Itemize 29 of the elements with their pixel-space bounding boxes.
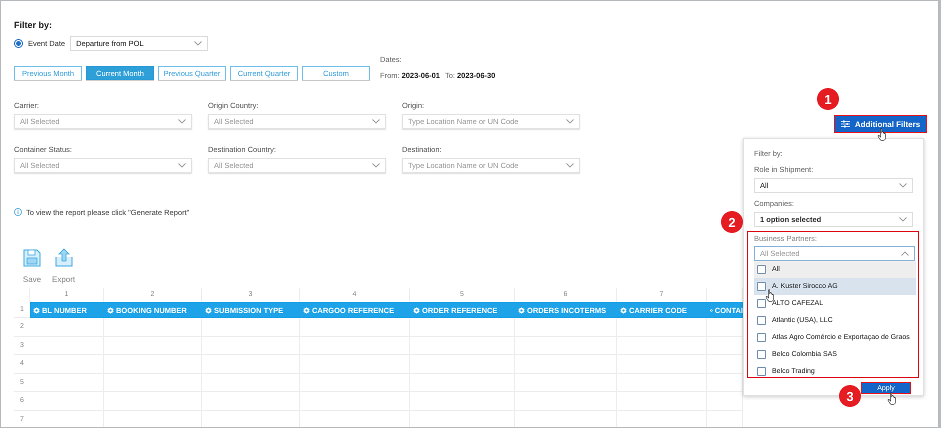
checkbox[interactable] — [757, 333, 766, 342]
chevron-down-icon — [178, 163, 186, 168]
chevron-down-icon — [372, 163, 380, 168]
chevron-down-icon — [566, 163, 574, 168]
step-badge: 1 — [817, 88, 839, 110]
step-badge: 2 — [721, 211, 743, 233]
checkbox[interactable] — [757, 367, 766, 376]
radio-button[interactable] — [14, 39, 23, 48]
checkbox[interactable] — [757, 316, 766, 325]
chevron-up-icon — [901, 251, 909, 256]
filter-title: Filter by: — [14, 19, 54, 31]
chevron-down-icon — [566, 119, 574, 124]
chevron-down-icon — [899, 183, 907, 188]
checkbox[interactable] — [757, 265, 766, 274]
toolbar-save-button[interactable]: Save — [22, 248, 42, 284]
checkbox[interactable] — [757, 350, 766, 359]
info-icon — [14, 208, 22, 216]
chevron-down-icon — [899, 217, 907, 222]
additional-filters-button[interactable]: Additional Filters — [834, 115, 927, 133]
checkbox[interactable] — [757, 282, 766, 291]
chevron-down-icon — [178, 119, 186, 124]
checkbox[interactable] — [757, 299, 766, 308]
chevron-down-icon — [194, 41, 202, 46]
toolbar-export-button[interactable]: Export — [52, 248, 76, 284]
hand-cursor-icon — [765, 289, 775, 302]
sliders-icon — [840, 120, 850, 128]
chevron-down-icon — [372, 119, 380, 124]
step-badge: 3 — [839, 385, 861, 407]
upload-icon — [54, 248, 74, 268]
